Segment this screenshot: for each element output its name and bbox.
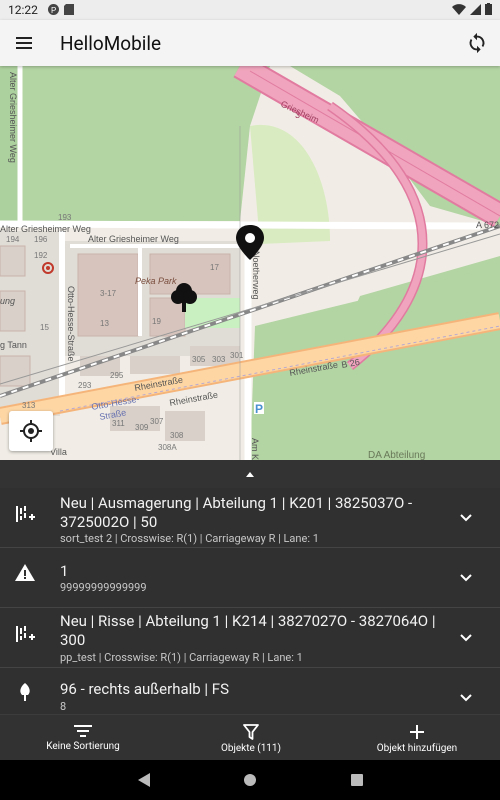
gps-crosshair-icon bbox=[20, 420, 42, 442]
sort-label: Keine Sortierung bbox=[46, 741, 120, 752]
svg-text:P: P bbox=[255, 402, 263, 416]
house-number: 293 bbox=[78, 381, 92, 390]
bottom-action-bar: Keine Sortierung Objekte (111) Objekt hi… bbox=[0, 714, 500, 761]
sync-icon[interactable] bbox=[466, 32, 488, 54]
map-label: Alter Griesheimer Weg bbox=[88, 234, 179, 244]
list-item-subtitle: 8 bbox=[60, 700, 67, 713]
status-time: 12:22 bbox=[8, 3, 38, 17]
sd-card-icon bbox=[64, 4, 74, 15]
map-label: Noetherweg bbox=[251, 251, 261, 300]
list-item[interactable]: Neu | Ausmagerung | Abteilung 1 | K201 |… bbox=[0, 488, 500, 548]
battery-icon bbox=[485, 3, 492, 15]
back-icon[interactable] bbox=[137, 772, 151, 788]
status-bar: 12:22 P bbox=[0, 0, 500, 20]
list-item-subtitle: pp_test | Crosswise: R(1) | Carriageway … bbox=[60, 651, 303, 664]
cell-signal-icon bbox=[470, 3, 481, 15]
map-label: A 672 bbox=[476, 220, 499, 230]
house-number: 311 bbox=[112, 419, 125, 428]
chevron-down-icon[interactable] bbox=[459, 573, 473, 583]
chevron-down-icon[interactable] bbox=[459, 633, 473, 643]
sort-button[interactable]: Keine Sortierung bbox=[30, 715, 136, 761]
filter-label: Objekte (111) bbox=[220, 743, 282, 754]
map-label: g Tann bbox=[0, 340, 27, 350]
map-label: Peka Park bbox=[135, 276, 177, 286]
warning-icon bbox=[15, 564, 35, 581]
house-number: 295 bbox=[110, 371, 124, 380]
filter-icon bbox=[243, 724, 259, 740]
svg-text:P: P bbox=[51, 6, 56, 15]
menu-icon[interactable] bbox=[14, 33, 34, 53]
sort-icon bbox=[74, 725, 92, 737]
map-label: Am K bbox=[250, 438, 260, 460]
chevron-down-icon[interactable] bbox=[459, 513, 473, 523]
house-number: 308 bbox=[170, 431, 184, 440]
object-list: Neu | Ausmagerung | Abteilung 1 | K201 |… bbox=[0, 488, 500, 714]
list-item-title: Neu | Risse | Abteilung 1 | K214 | 38270… bbox=[60, 612, 436, 649]
house-number: 308A bbox=[158, 443, 177, 452]
house-number: 13 bbox=[100, 319, 109, 328]
house-number: 313 bbox=[22, 401, 36, 410]
chevron-down-icon[interactable] bbox=[459, 693, 473, 703]
map-label: Rheinstraße bbox=[169, 390, 219, 408]
house-number: 309 bbox=[135, 423, 149, 432]
map-label: Alter Griesheimer Weg bbox=[8, 72, 18, 163]
my-location-button[interactable] bbox=[9, 411, 53, 451]
map-label: ung bbox=[0, 296, 15, 306]
home-icon[interactable] bbox=[243, 772, 257, 788]
list-item-title: 96 - rechts außerhalb | FS bbox=[60, 680, 230, 698]
house-number: 17 bbox=[210, 263, 219, 272]
parking-icon: P bbox=[254, 402, 264, 416]
house-number: 196 bbox=[34, 235, 48, 244]
house-number: 301 bbox=[230, 351, 244, 360]
map-label: DA Abteilung bbox=[368, 450, 425, 460]
recents-icon[interactable] bbox=[350, 772, 364, 788]
house-number: 303 bbox=[212, 355, 226, 364]
tree-icon bbox=[20, 683, 30, 701]
chevron-up-icon bbox=[246, 472, 254, 477]
filter-button[interactable]: Objekte (111) bbox=[206, 715, 296, 761]
map-label: 3 bbox=[295, 110, 300, 120]
house-number: 194 bbox=[6, 235, 20, 244]
list-item[interactable]: Neu | Risse | Abteilung 1 | K214 | 38270… bbox=[0, 608, 500, 668]
map-view[interactable]: Alter Griesheimer Weg Alter Griesheimer … bbox=[0, 66, 500, 460]
list-item[interactable]: 96 - rechts außerhalb | FS 8 bbox=[0, 668, 500, 714]
crack-add-icon bbox=[16, 506, 35, 522]
house-number: 15 bbox=[40, 323, 49, 332]
crack-add-icon bbox=[16, 626, 35, 642]
plus-icon bbox=[410, 725, 424, 739]
app-notification-icon: P bbox=[48, 4, 59, 15]
house-number: 3-17 bbox=[100, 289, 117, 298]
app-bar: HelloMobile bbox=[0, 20, 500, 66]
list-item[interactable]: 1 99999999999999 bbox=[0, 548, 500, 608]
system-navigation-bar bbox=[0, 760, 500, 800]
add-object-button[interactable]: Objekt hinzufügen bbox=[366, 715, 468, 761]
list-item-title: 1 bbox=[60, 562, 69, 580]
add-object-label: Objekt hinzufügen bbox=[376, 743, 458, 754]
list-item-title: Neu | Ausmagerung | Abteilung 1 | K201 |… bbox=[60, 494, 413, 531]
house-number: 19 bbox=[152, 317, 161, 326]
wifi-icon bbox=[452, 3, 466, 15]
bottom-sheet-handle[interactable] bbox=[0, 460, 500, 488]
list-item-subtitle: sort_test 2 | Crosswise: R(1) | Carriage… bbox=[60, 532, 319, 545]
list-item-subtitle: 99999999999999 bbox=[60, 581, 147, 594]
house-number: 305 bbox=[192, 355, 206, 364]
house-number: 192 bbox=[34, 251, 48, 260]
house-number: 307 bbox=[150, 417, 164, 426]
map-label: Otto-Hesse-Straße bbox=[66, 286, 76, 362]
map-label: Alter Griesheimer Weg bbox=[0, 224, 91, 234]
app-title: HelloMobile bbox=[60, 32, 162, 55]
